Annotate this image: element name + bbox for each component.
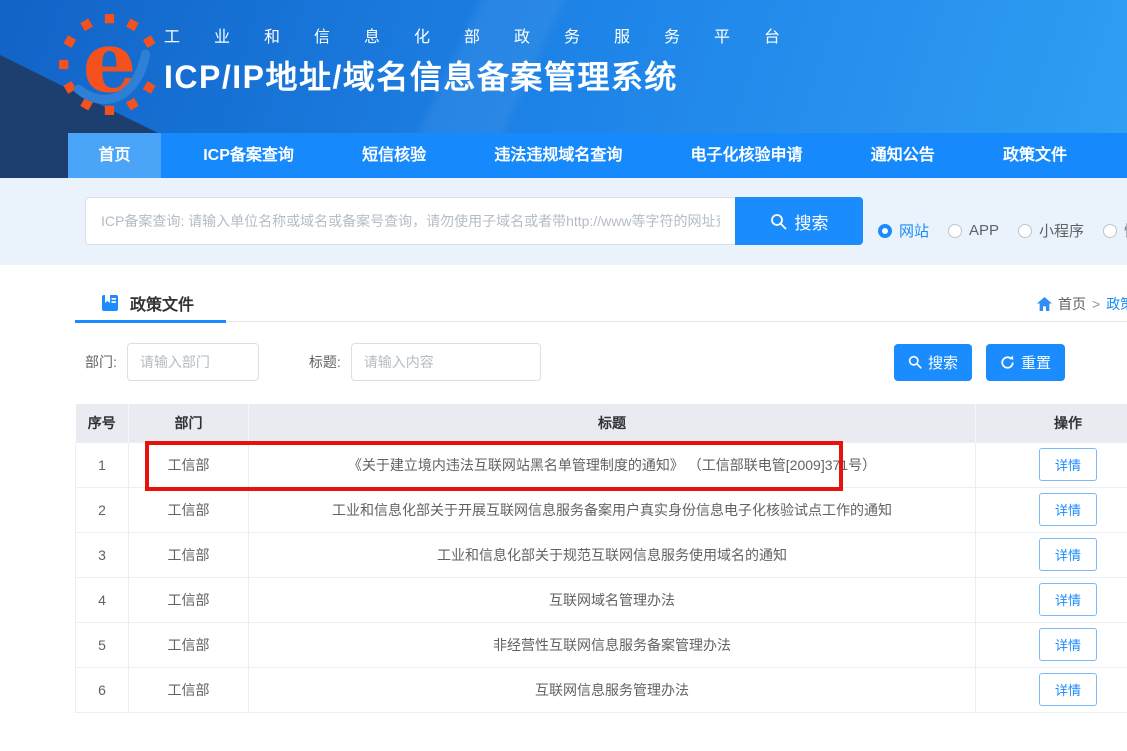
nav-left-dark-block — [0, 133, 68, 178]
col-header-dept: 部门 — [129, 404, 249, 442]
search-icon — [908, 355, 922, 369]
search-icon — [770, 213, 787, 230]
table-row: 4 工信部 互联网域名管理办法 详情 — [76, 577, 1127, 622]
policy-title: 《关于建立境内违法互联网站黑名单管理制度的通知》 （工信部联电管[2009]37… — [249, 442, 976, 487]
detail-button[interactable]: 详情 — [1039, 673, 1097, 706]
refresh-icon — [1000, 355, 1015, 370]
nav-item-policy-files[interactable]: 政策文件 — [977, 133, 1093, 178]
table-row: 5 工信部 非经营性互联网信息服务备案管理办法 详情 — [76, 622, 1127, 667]
system-title: ICP/IP地址/域名信息备案管理系统 — [164, 52, 814, 98]
breadcrumb-home-link[interactable]: 首页 — [1058, 294, 1086, 314]
nav-item-sms-verify[interactable]: 短信核验 — [336, 133, 452, 178]
dept-filter-input[interactable] — [127, 343, 259, 381]
detail-button[interactable]: 详情 — [1039, 583, 1097, 616]
radio-dot-icon — [878, 224, 892, 238]
icp-search-button[interactable]: 搜索 — [735, 197, 863, 245]
policy-files-table: 序号 部门 标题 操作 1 工信部 《关于建立境内违法互联网站黑名单管理制度的通… — [75, 404, 1127, 713]
gear-e-logo-icon: e — [58, 13, 161, 116]
radio-quick-app[interactable]: 快应用 — [1103, 220, 1127, 241]
radio-dot-icon — [948, 224, 962, 238]
main-nav: 首页 ICP备案查询 短信核验 违法违规域名查询 电子化核验申请 通知公告 政策… — [0, 133, 1127, 178]
policy-title: 互联网域名管理办法 — [249, 577, 976, 622]
search-button-label: 搜索 — [795, 209, 829, 234]
icp-search-strip: 搜索 网站 APP 小程序 快应用 — [0, 178, 1127, 265]
detail-button[interactable]: 详情 — [1039, 448, 1097, 481]
home-icon — [1037, 297, 1052, 311]
site-header: e 工业和信息化部政务服务平台 ICP/IP地址/域名信息备案管理系统 — [0, 0, 1127, 133]
nav-item-notices[interactable]: 通知公告 — [845, 133, 961, 178]
miit-logo: e — [58, 13, 161, 116]
nav-item-home[interactable]: 首页 — [68, 133, 161, 178]
radio-dot-icon — [1018, 224, 1032, 238]
radio-app[interactable]: APP — [948, 222, 999, 239]
detail-button[interactable]: 详情 — [1039, 493, 1097, 526]
search-type-radio-group: 网站 APP 小程序 快应用 — [878, 220, 1127, 241]
document-icon — [100, 293, 120, 313]
nav-item-illegal-domain-query[interactable]: 违法违规域名查询 — [468, 133, 648, 178]
icp-search-input[interactable] — [85, 197, 735, 245]
radio-website[interactable]: 网站 — [878, 220, 929, 241]
detail-button[interactable]: 详情 — [1039, 538, 1097, 571]
policy-title: 非经营性互联网信息服务备案管理办法 — [249, 622, 976, 667]
policy-title: 工业和信息化部关于开展互联网信息服务备案用户真实身份信息电子化核验试点工作的通知 — [249, 487, 976, 532]
table-row: 2 工信部 工业和信息化部关于开展互联网信息服务备案用户真实身份信息电子化核验试… — [76, 487, 1127, 532]
nav-item-e-verification[interactable]: 电子化核验申请 — [665, 133, 829, 178]
breadcrumb-separator: > — [1092, 296, 1100, 312]
page-title: 政策文件 — [130, 291, 194, 315]
platform-name: 工业和信息化部政务服务平台 — [164, 23, 814, 47]
dept-filter-label: 部门: — [85, 352, 117, 372]
policy-title: 互联网信息服务管理办法 — [249, 667, 976, 712]
filter-row: 部门: 标题: 搜索 重置 — [85, 343, 1065, 381]
title-filter-input[interactable] — [351, 343, 541, 381]
col-header-action: 操作 — [976, 404, 1127, 442]
table-header-row: 序号 部门 标题 操作 — [76, 404, 1127, 442]
col-header-title: 标题 — [249, 404, 976, 442]
table-row: 1 工信部 《关于建立境内违法互联网站黑名单管理制度的通知》 （工信部联电管[2… — [76, 442, 1127, 487]
detail-button[interactable]: 详情 — [1039, 628, 1097, 661]
title-filter-label: 标题: — [309, 352, 341, 372]
radio-mini-program[interactable]: 小程序 — [1018, 220, 1084, 241]
breadcrumb-current: 政策文件 — [1106, 294, 1127, 314]
filter-search-button[interactable]: 搜索 — [894, 344, 972, 381]
policy-section-title-wrap: 政策文件 — [75, 285, 226, 323]
col-header-no: 序号 — [76, 404, 129, 442]
policy-section-head: 政策文件 首页 > 政策文件 — [75, 285, 1127, 322]
breadcrumb: 首页 > 政策文件 — [1037, 294, 1127, 314]
nav-item-icp-query[interactable]: ICP备案查询 — [177, 133, 320, 178]
table-row: 6 工信部 互联网信息服务管理办法 详情 — [76, 667, 1127, 712]
radio-dot-icon — [1103, 224, 1117, 238]
table-row: 3 工信部 工业和信息化部关于规范互联网信息服务使用域名的通知 详情 — [76, 532, 1127, 577]
policy-title: 工业和信息化部关于规范互联网信息服务使用域名的通知 — [249, 532, 976, 577]
filter-reset-button[interactable]: 重置 — [986, 344, 1065, 381]
